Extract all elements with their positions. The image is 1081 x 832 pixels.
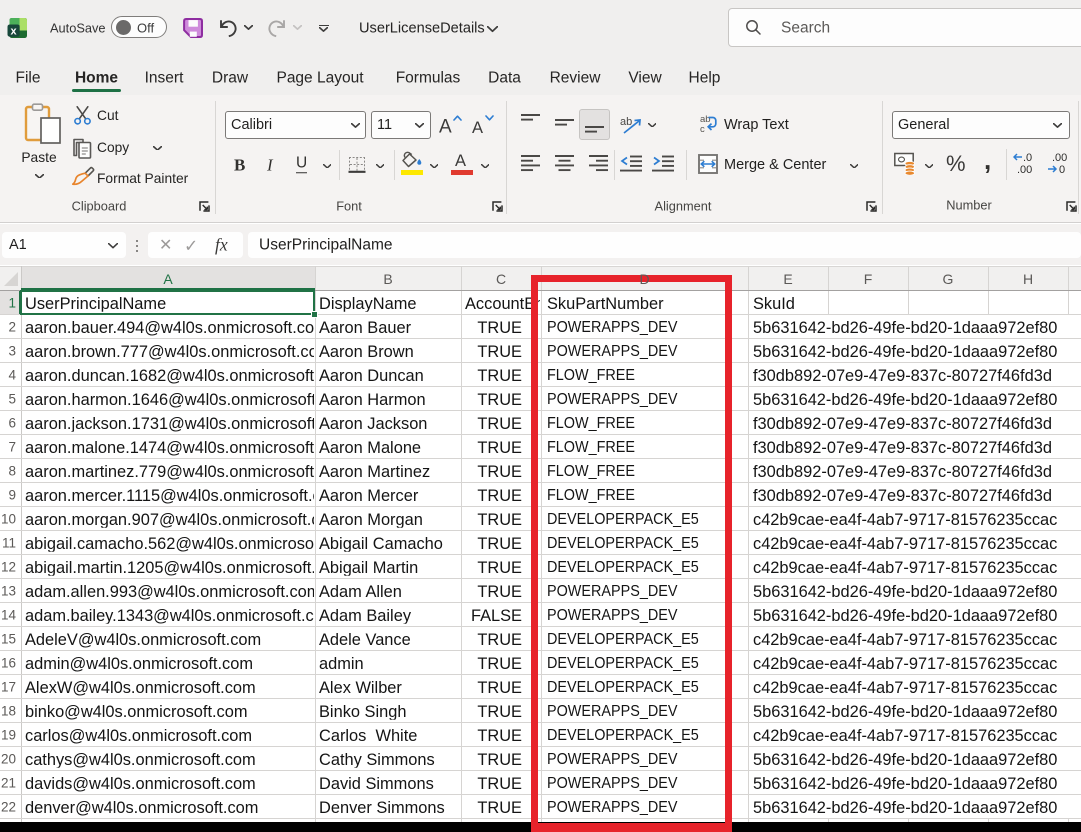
svg-text:0: 0: [1059, 164, 1065, 175]
svg-text:ab: ab: [620, 116, 632, 128]
svg-text:.0: .0: [1023, 152, 1032, 164]
svg-text:c: c: [700, 124, 705, 135]
svg-text:x: x: [11, 25, 18, 37]
svg-text:.00: .00: [1052, 152, 1067, 164]
svg-text:.00: .00: [1017, 164, 1032, 175]
